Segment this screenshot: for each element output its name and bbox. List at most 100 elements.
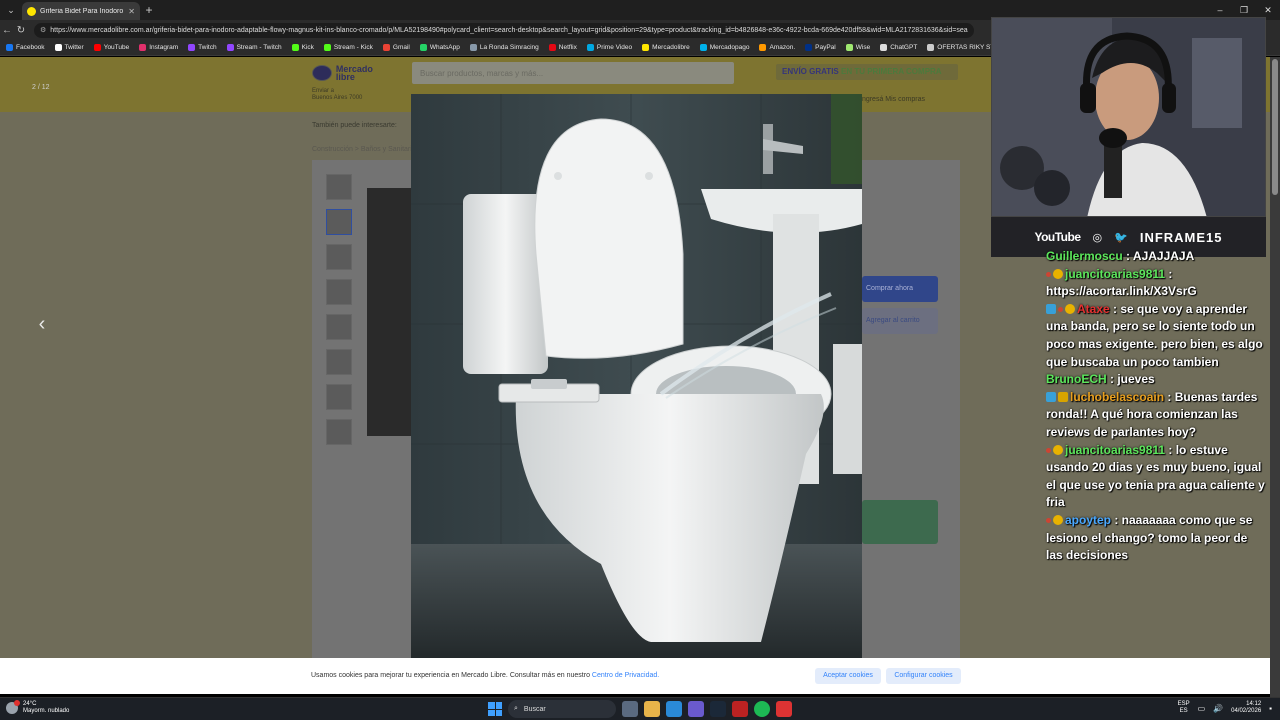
bookmark-favicon-icon xyxy=(548,44,556,51)
bookmark-item[interactable]: Gmail xyxy=(382,44,410,51)
thumbnail[interactable] xyxy=(326,384,352,410)
buy-now-button[interactable]: Comprar ahora xyxy=(862,276,938,302)
header-nav-links[interactable]: Ingresá Mis compras xyxy=(860,96,925,103)
bookmark-favicon-icon xyxy=(805,44,813,51)
notifications-icon[interactable]: ▪ xyxy=(1269,704,1272,713)
weather-widget[interactable]: 24°C Mayorm. nublado xyxy=(6,700,69,715)
tab-close-icon[interactable]: ✕ xyxy=(128,7,135,16)
bookmark-favicon-icon xyxy=(642,44,650,51)
thumbnail[interactable] xyxy=(326,419,352,445)
twitter-bird-icon: 🐦 xyxy=(1114,231,1128,244)
steam-icon[interactable] xyxy=(710,701,726,717)
url-field[interactable]: ⚙ https://www.mercadolibre.com.ar/grifer… xyxy=(34,22,974,38)
bookmark-item[interactable]: WhatsApp xyxy=(419,44,460,51)
back-icon[interactable]: ← xyxy=(0,25,14,36)
bookmark-item[interactable]: Stream - Kick xyxy=(323,44,373,51)
reload-icon[interactable]: ↻ xyxy=(14,25,28,36)
bookmark-favicon-icon xyxy=(226,44,234,51)
thumbnail-selected[interactable] xyxy=(326,209,352,235)
chat-username: Guillermoscu xyxy=(1046,249,1123,263)
bookmark-label: Twitch xyxy=(198,44,217,51)
browser-tab-active[interactable]: Griferia Bidet Para Inodoro Adaptab... ✕ xyxy=(22,2,140,20)
bookmark-label: ChatGPT xyxy=(890,44,918,51)
bookmark-item[interactable]: Facebook xyxy=(6,44,45,51)
sub-badge-icon xyxy=(1053,514,1063,525)
taskbar-apps: ⌕ Buscar xyxy=(488,700,792,718)
scrollbar-thumb[interactable] xyxy=(1272,59,1278,195)
bookmark-item[interactable]: La Ronda Simracing xyxy=(469,44,539,51)
free-shipping-banner[interactable]: ENVÍO GRATIS EN TU PRIMERA COMPRA xyxy=(776,64,958,80)
prev-image-chevron-left-icon[interactable]: ‹ xyxy=(28,310,56,338)
location-selector[interactable]: Enviar a Buenos Aires 7000 xyxy=(312,88,362,102)
file-explorer-icon[interactable] xyxy=(644,701,660,717)
cookie-banner: Usamos cookies para mejorar tu experienc… xyxy=(0,658,1270,694)
racing-app-icon[interactable] xyxy=(732,701,748,717)
clock[interactable]: 14:12 04/02/2026 xyxy=(1231,701,1261,715)
bookmark-favicon-icon xyxy=(323,44,331,51)
page-scrollbar[interactable] xyxy=(1270,57,1280,697)
obs-icon[interactable] xyxy=(776,701,792,717)
site-info-icon[interactable]: ⚙ xyxy=(40,26,46,34)
thumbnail[interactable] xyxy=(326,244,352,270)
bookmark-label: PayPal xyxy=(815,44,836,51)
sub-badge-icon xyxy=(1053,268,1063,279)
bookmark-label: WhatsApp xyxy=(429,44,460,51)
bookmark-item[interactable]: PayPal xyxy=(805,44,836,51)
bookmark-item[interactable]: Prime Video xyxy=(586,44,632,51)
network-icon[interactable]: ▭ xyxy=(1198,704,1206,713)
bookmark-label: Amazon. xyxy=(769,44,796,51)
bookmark-label: Mercadolibre xyxy=(652,44,690,51)
chat-username: juancitoarias9811 xyxy=(1065,266,1166,281)
url-text: https://www.mercadolibre.com.ar/griferia… xyxy=(50,26,968,34)
tab-menu-icon[interactable]: ⌄ xyxy=(0,0,22,20)
bookmark-item[interactable]: ChatGPT xyxy=(880,44,917,51)
edge-browser-icon[interactable] xyxy=(666,701,682,717)
configure-cookies-button[interactable]: Configurar cookies xyxy=(886,668,961,684)
privacy-center-link[interactable]: Centro de Privacidad. xyxy=(592,672,659,679)
bookmark-label: YouTube xyxy=(103,44,130,51)
main-image-backdrop xyxy=(367,188,411,436)
bookmark-favicon-icon xyxy=(139,44,147,51)
logo-text: Mercado libre xyxy=(335,64,373,82)
language-code: ESP xyxy=(1177,701,1190,707)
free-shipping-suffix: EN TU PRIMERA COMPRA xyxy=(840,67,942,76)
spotify-icon[interactable] xyxy=(754,701,770,717)
bookmark-label: Kick xyxy=(301,44,314,51)
bookmark-item[interactable]: Mercadolibre xyxy=(642,44,690,51)
ml-logo[interactable]: Mercado libre xyxy=(312,63,388,83)
system-tray: ESP ES ▭ 🔊 14:12 04/02/2026 ▪ xyxy=(1178,701,1272,715)
task-view-icon[interactable] xyxy=(622,701,638,717)
bookmark-item[interactable]: Kick xyxy=(291,44,314,51)
stream-chat: Guillermoscu : AJAJJAJA juancitoarias9811… xyxy=(1046,248,1266,565)
chat-message: juancitoarias9811 : lo estuve usando 20 … xyxy=(1046,442,1266,512)
clock-time: 14:12 xyxy=(1246,701,1262,707)
ml-search-input[interactable]: Buscar productos, marcas y más... xyxy=(412,62,734,84)
language-indicator[interactable]: ESP ES xyxy=(1178,701,1190,715)
bookmark-item[interactable]: Twitter xyxy=(54,44,84,51)
location-label: Enviar a xyxy=(312,88,335,94)
promo-block xyxy=(862,500,938,544)
bookmark-item[interactable]: Wise xyxy=(845,44,870,51)
bookmark-item[interactable]: Mercadopago xyxy=(699,44,749,51)
new-tab-button[interactable]: + xyxy=(140,3,158,17)
bookmark-item[interactable]: Amazon. xyxy=(759,44,795,51)
bookmark-item[interactable]: Stream - Twitch xyxy=(226,44,282,51)
volume-icon[interactable]: 🔊 xyxy=(1213,704,1223,713)
mercadolibre-favicon-icon xyxy=(27,6,36,16)
bookmark-item[interactable]: Netflix xyxy=(548,44,577,51)
accept-cookies-button[interactable]: Aceptar cookies xyxy=(815,668,881,684)
add-cart-button[interactable]: Agregar al carrito xyxy=(862,308,938,334)
windows-start-icon[interactable] xyxy=(488,702,502,716)
bookmark-item[interactable]: Instagram xyxy=(139,44,178,51)
taskbar-search[interactable]: ⌕ Buscar xyxy=(508,700,616,718)
thumbnail[interactable] xyxy=(326,314,352,340)
chat-message: luchobelascoain : Buenas tardes ronda!! … xyxy=(1046,389,1266,442)
breadcrumb[interactable]: Construcción > Baños y Sanitarios xyxy=(312,146,419,153)
bookmark-favicon-icon xyxy=(54,44,62,51)
thumbnail[interactable] xyxy=(326,349,352,375)
thumbnail[interactable] xyxy=(326,279,352,305)
discord-icon[interactable] xyxy=(688,701,704,717)
bookmark-item[interactable]: YouTube xyxy=(93,44,130,51)
thumbnail[interactable] xyxy=(326,174,352,200)
bookmark-item[interactable]: Twitch xyxy=(188,44,217,51)
